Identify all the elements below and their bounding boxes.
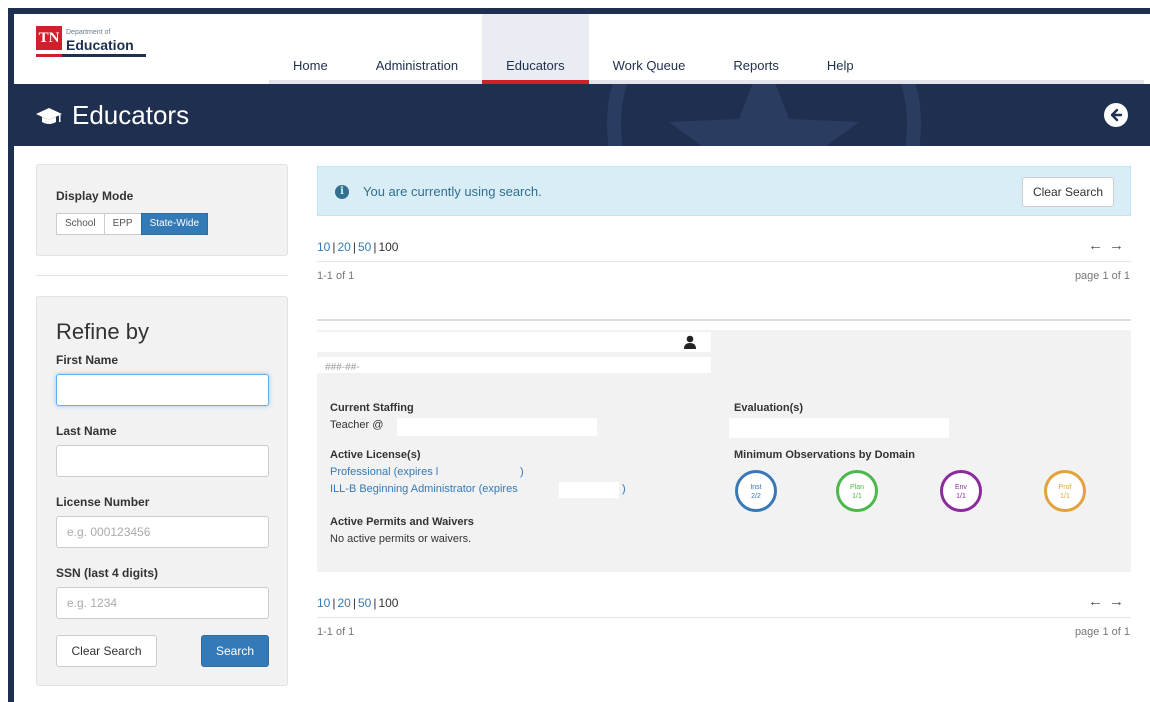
page-banner: Educators (14, 84, 1150, 146)
active-licenses-label: Active License(s) (330, 449, 421, 461)
observation-prof-value: 1/1 (1060, 493, 1070, 500)
top-header: TN Department of Education Home Administ… (14, 14, 1150, 84)
arrow-left-icon[interactable]: ← (1088, 237, 1109, 254)
ssn-mask: ###-##- (325, 362, 360, 373)
display-mode-label: Display Mode (56, 189, 134, 203)
evaluations-label: Evaluation(s) (734, 402, 804, 414)
pager-rule-bottom (317, 617, 1131, 618)
info-icon: i (335, 185, 349, 199)
refine-panel: Refine by First Name Last Name License N… (36, 296, 288, 686)
page-info-top: page 1 of 1 (1074, 270, 1130, 282)
nav-work-queue[interactable]: Work Queue (589, 14, 710, 84)
nav-reports[interactable]: Reports (709, 14, 803, 84)
first-name-label: First Name (56, 353, 119, 367)
observation-prof-name: Prof (1058, 484, 1072, 491)
search-button[interactable]: Search (201, 635, 269, 667)
sidebar-clear-search-button[interactable]: Clear Search (56, 635, 157, 667)
page-info-bottom: page 1 of 1 (1074, 626, 1130, 638)
user-icon (684, 335, 696, 349)
page-size-50-bottom[interactable]: 50 (358, 596, 371, 610)
page-size-20-bottom[interactable]: 20 (337, 596, 350, 610)
arrow-right-icon[interactable]: → (1109, 593, 1130, 610)
observation-inst: Inst 2/2 (735, 470, 777, 512)
display-mode-school[interactable]: School (56, 213, 105, 235)
result-count-bottom: 1-1 of 1 (317, 626, 355, 638)
alert-clear-search-button[interactable]: Clear Search (1021, 177, 1114, 207)
redacted-license-date (559, 482, 619, 498)
min-observations-label: Minimum Observations by Domain (734, 449, 915, 461)
page-size-50[interactable]: 50 (358, 240, 371, 254)
result-divider (317, 319, 1131, 321)
main-nav: Home Administration Educators Work Queue… (269, 14, 878, 84)
observation-inst-name: Inst (750, 484, 762, 491)
nav-educators[interactable]: Educators (482, 14, 589, 84)
observation-prof: Prof 1/1 (1044, 470, 1086, 512)
license-link-professional[interactable]: Professional (expires l (330, 466, 438, 478)
permits-label: Active Permits and Waivers (330, 516, 474, 528)
first-name-input[interactable] (56, 374, 269, 406)
nav-home[interactable]: Home (269, 14, 352, 84)
license-number-input[interactable] (56, 516, 269, 548)
last-name-label: Last Name (56, 424, 117, 438)
graduation-cap-icon (36, 107, 62, 124)
arrow-left-icon[interactable]: ← (1088, 593, 1109, 610)
display-mode-panel: Display Mode School EPP State-Wide (36, 164, 288, 256)
nav-help[interactable]: Help (803, 14, 878, 84)
page-title-text: Educators (72, 100, 190, 130)
logo-education-text: Education (66, 37, 134, 53)
educator-result-card[interactable]: ###-##- Current Staffing Teacher @ Activ… (317, 330, 1131, 572)
sidebar-divider (36, 275, 288, 276)
observation-plan: Plan 1/1 (836, 470, 878, 512)
circle-arrow-left-icon (1110, 108, 1123, 122)
display-mode-state-wide[interactable]: State-Wide (140, 213, 209, 235)
pager-arrows-bottom: ←→ (1088, 593, 1130, 610)
nav-administration[interactable]: Administration (352, 14, 482, 84)
redacted-name (317, 332, 711, 352)
page-size-10[interactable]: 10 (317, 240, 330, 254)
observation-env-value: 1/1 (956, 493, 966, 500)
observation-inst-value: 2/2 (751, 493, 761, 500)
pager-arrows-top: ←→ (1088, 237, 1130, 254)
license-number-label: License Number (56, 495, 150, 509)
page-size-100: 100 (378, 240, 399, 254)
page-size-10-bottom[interactable]: 10 (317, 596, 330, 610)
search-alert: i You are currently using search. Clear … (317, 166, 1131, 216)
logo-rule-accent (36, 54, 62, 57)
observation-env-name: Env (954, 484, 968, 491)
license-link-administrator[interactable]: ILL-B Beginning Administrator (expires (330, 483, 518, 495)
banner-star-decoration (607, 84, 921, 146)
redacted-ssn-box (317, 357, 711, 373)
license-link-administrator-close[interactable]: ) (622, 483, 626, 495)
back-button[interactable] (1104, 103, 1128, 127)
refine-title: Refine by (56, 319, 149, 344)
tn-education-logo[interactable]: TN Department of Education (36, 26, 146, 57)
page-title: Educators (36, 100, 189, 131)
ssn-label: SSN (last 4 digits) (56, 566, 159, 580)
alert-text: You are currently using search. (363, 184, 542, 199)
license-link-professional-close[interactable]: ) (520, 466, 524, 478)
page-size-selector-top: 10 | 20 | 50 | 100 (317, 240, 399, 254)
pager-rule (317, 261, 1131, 262)
display-mode-epp[interactable]: EPP (103, 213, 142, 235)
tn-logo-mark: TN (36, 26, 62, 50)
current-staffing-label: Current Staffing (330, 402, 414, 414)
observation-env: Env 1/1 (940, 470, 982, 512)
last-name-input[interactable] (56, 445, 269, 477)
current-staffing-value: Teacher @ (330, 419, 384, 431)
redacted-evaluations (729, 418, 949, 438)
observation-plan-name: Plan (849, 484, 864, 491)
permits-value: No active permits or waivers. (330, 533, 472, 545)
result-count-top: 1-1 of 1 (317, 270, 355, 282)
ssn-input[interactable] (56, 587, 269, 619)
page-size-20[interactable]: 20 (337, 240, 350, 254)
display-mode-toggle: School EPP State-Wide (56, 213, 209, 235)
page-size-100-bottom: 100 (378, 596, 399, 610)
page-size-selector-bottom: 10 | 20 | 50 | 100 (317, 596, 399, 610)
redacted-staffing (397, 418, 597, 436)
observation-plan-value: 1/1 (852, 493, 862, 500)
arrow-right-icon[interactable]: → (1109, 237, 1130, 254)
